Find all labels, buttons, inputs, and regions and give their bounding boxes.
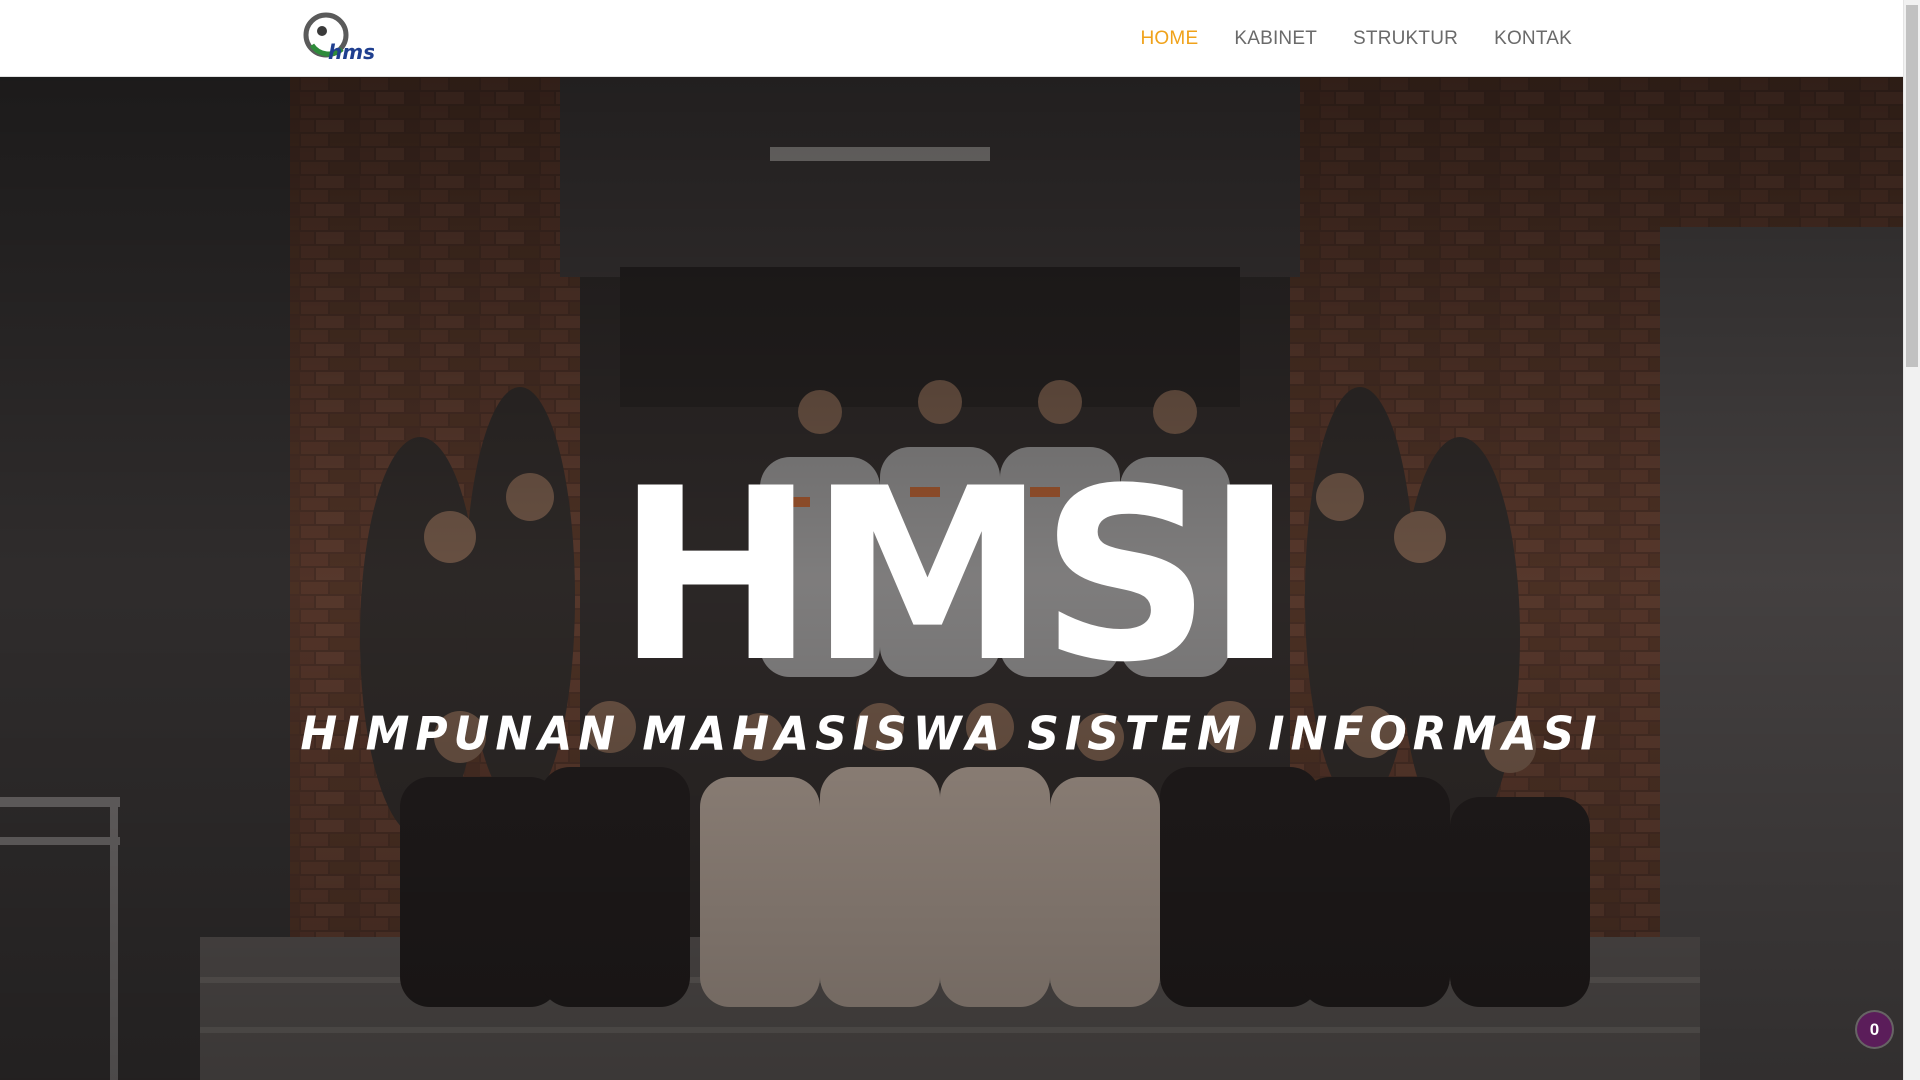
- page-scrollbar[interactable]: [1903, 0, 1920, 1080]
- notification-badge[interactable]: 0: [1857, 1012, 1892, 1047]
- nav-struktur[interactable]: STRUKTUR: [1353, 28, 1458, 50]
- svg-text:HMSI: HMSI: [616, 472, 1288, 672]
- nav-kontak[interactable]: KONTAK: [1494, 28, 1572, 50]
- hmsi-logo[interactable]: hmsi: [302, 11, 383, 65]
- hero-subtitle: HIMPUNAN MAHASISWA SISTEM INFORMASI: [300, 707, 1603, 762]
- nav-kabinet[interactable]: KABINET: [1234, 28, 1317, 50]
- hmsi-wordmark: HMSI: [616, 438, 1294, 715]
- hero-title: HMSI: [0, 438, 1903, 715]
- site-header: hmsi HOME KABINET STRUKTUR KONTAK: [0, 0, 1903, 77]
- main-nav: HOME KABINET STRUKTUR KONTAK: [1105, 0, 1572, 77]
- hero-section: HMSI HIMPUNAN MAHASISWA SISTEM INFORMASI: [0, 77, 1903, 1080]
- scrollbar-thumb[interactable]: [1906, 5, 1918, 367]
- nav-home[interactable]: HOME: [1141, 28, 1199, 50]
- svg-text:hmsi: hmsi: [328, 40, 374, 64]
